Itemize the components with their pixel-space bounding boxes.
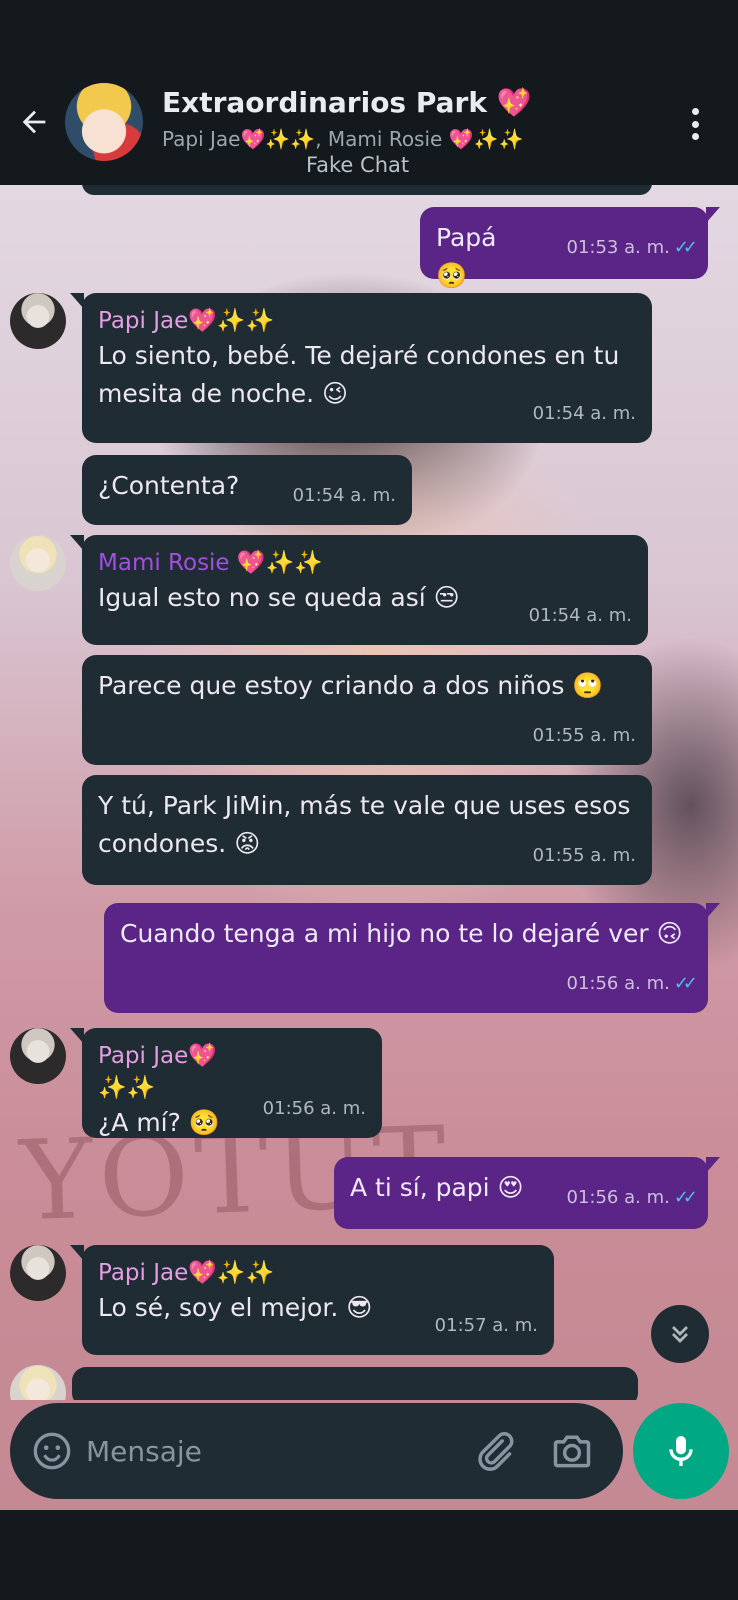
message-bubble-outgoing[interactable]: Papá 🥺 01:53 a. m. ✓✓ <box>420 207 720 290</box>
message-bubble-incoming[interactable]: Parece que estoy criando a dos niños 🙄 0… <box>82 655 652 765</box>
chat-title[interactable]: Extraordinarios Park 💖 <box>162 86 532 119</box>
group-avatar[interactable] <box>65 83 143 161</box>
message-bubble-incoming[interactable]: Papi Jae💖✨✨ Lo siento, bebé. Te dejaré c… <box>70 293 652 443</box>
camera-icon <box>553 1435 591 1468</box>
message-time: 01:57 a. m. <box>434 1315 538 1336</box>
avatar[interactable] <box>10 1028 66 1084</box>
message-text: Cuando tenga a mi hijo no te lo dejaré v… <box>120 919 683 948</box>
message-bubble-partial <box>82 185 652 195</box>
message-text: ¿Contenta? <box>98 471 240 500</box>
message-time: 01:56 a. m. <box>566 1187 670 1208</box>
message-sender[interactable]: Papi Jae💖✨✨ <box>98 1257 404 1289</box>
back-button[interactable] <box>14 102 54 142</box>
read-ticks-icon: ✓✓ <box>673 1187 698 1208</box>
message-text: Papá 🥺 <box>436 223 497 290</box>
message-time: 01:53 a. m. <box>566 237 670 258</box>
message-text: Igual esto no se queda así 😒 <box>98 583 460 612</box>
voice-message-button[interactable] <box>633 1403 729 1499</box>
emoji-icon <box>33 1432 71 1470</box>
message-bubble-incoming[interactable]: Papi Jae💖✨✨ Lo sé, soy el mejor. 😎 01:57… <box>70 1245 554 1355</box>
message-text: Lo sé, soy el mejor. 😎 <box>98 1293 373 1322</box>
chat-members[interactable]: Papi Jae💖✨✨, Mami Rosie 💖✨✨ <box>162 127 523 151</box>
message-bubble-partial <box>72 1367 638 1400</box>
message-time: 01:56 a. m. <box>566 973 670 994</box>
arrow-left-icon <box>22 110 46 134</box>
message-bubble-incoming[interactable]: Mami Rosie 💖✨✨ Igual esto no se queda as… <box>70 535 648 645</box>
status-bar <box>0 0 738 80</box>
message-time: 01:54 a. m. <box>532 403 636 424</box>
chat-header: Extraordinarios Park 💖 Papi Jae💖✨✨, Mami… <box>0 80 738 185</box>
chevron-double-down-icon <box>672 1326 688 1343</box>
message-time: 01:54 a. m. <box>528 605 632 626</box>
avatar[interactable] <box>10 1245 66 1301</box>
message-time: 01:55 a. m. <box>532 845 636 866</box>
paperclip-icon <box>478 1432 514 1471</box>
message-bubble-incoming[interactable]: Papi Jae💖✨✨ ¿A mí? 🥺 01:56 a. m. <box>70 1028 382 1138</box>
more-options-button[interactable] <box>680 102 710 146</box>
read-ticks-icon: ✓✓ <box>673 973 698 994</box>
message-time: 01:55 a. m. <box>532 725 636 746</box>
avatar[interactable] <box>10 535 66 591</box>
attach-button[interactable] <box>472 1429 516 1473</box>
message-bubble-incoming[interactable]: Y tú, Park JiMin, más te vale que uses e… <box>82 775 652 885</box>
fake-chat-caption: Fake Chat <box>306 153 410 177</box>
avatar <box>10 1365 66 1400</box>
system-nav-bar <box>0 1510 738 1600</box>
message-time: 01:56 a. m. <box>262 1098 366 1119</box>
message-input[interactable] <box>86 1427 466 1475</box>
message-bubble-outgoing[interactable]: Cuando tenga a mi hijo no te lo dejaré v… <box>104 903 720 1013</box>
message-bubble-incoming[interactable]: ¿Contenta? 01:54 a. m. <box>82 455 412 525</box>
composer-bar <box>10 1403 623 1499</box>
message-text: ¿A mí? 🥺 <box>98 1108 220 1137</box>
message-bubble-outgoing[interactable]: A ti sí, papi 😍 01:56 a. m. ✓✓ <box>334 1157 720 1229</box>
camera-button[interactable] <box>550 1429 594 1473</box>
message-sender[interactable]: Papi Jae💖✨✨ <box>98 305 636 337</box>
message-time: 01:54 a. m. <box>292 485 396 506</box>
message-text: Parece que estoy criando a dos niños 🙄 <box>98 671 604 700</box>
emoji-button[interactable] <box>32 1431 72 1471</box>
mic-icon <box>669 1436 693 1466</box>
message-sender[interactable]: Mami Rosie 💖✨✨ <box>98 547 508 579</box>
message-text: A ti sí, papi 😍 <box>350 1173 524 1202</box>
message-list[interactable]: Papá 🥺 01:53 a. m. ✓✓ Papi Jae💖✨✨ Lo sien… <box>0 185 738 1400</box>
scroll-to-bottom-button[interactable] <box>651 1305 709 1363</box>
read-ticks-icon: ✓✓ <box>673 237 698 258</box>
message-sender[interactable]: Papi Jae💖✨✨ <box>98 1040 232 1104</box>
more-vert-icon <box>691 108 699 115</box>
avatar[interactable] <box>10 293 66 349</box>
